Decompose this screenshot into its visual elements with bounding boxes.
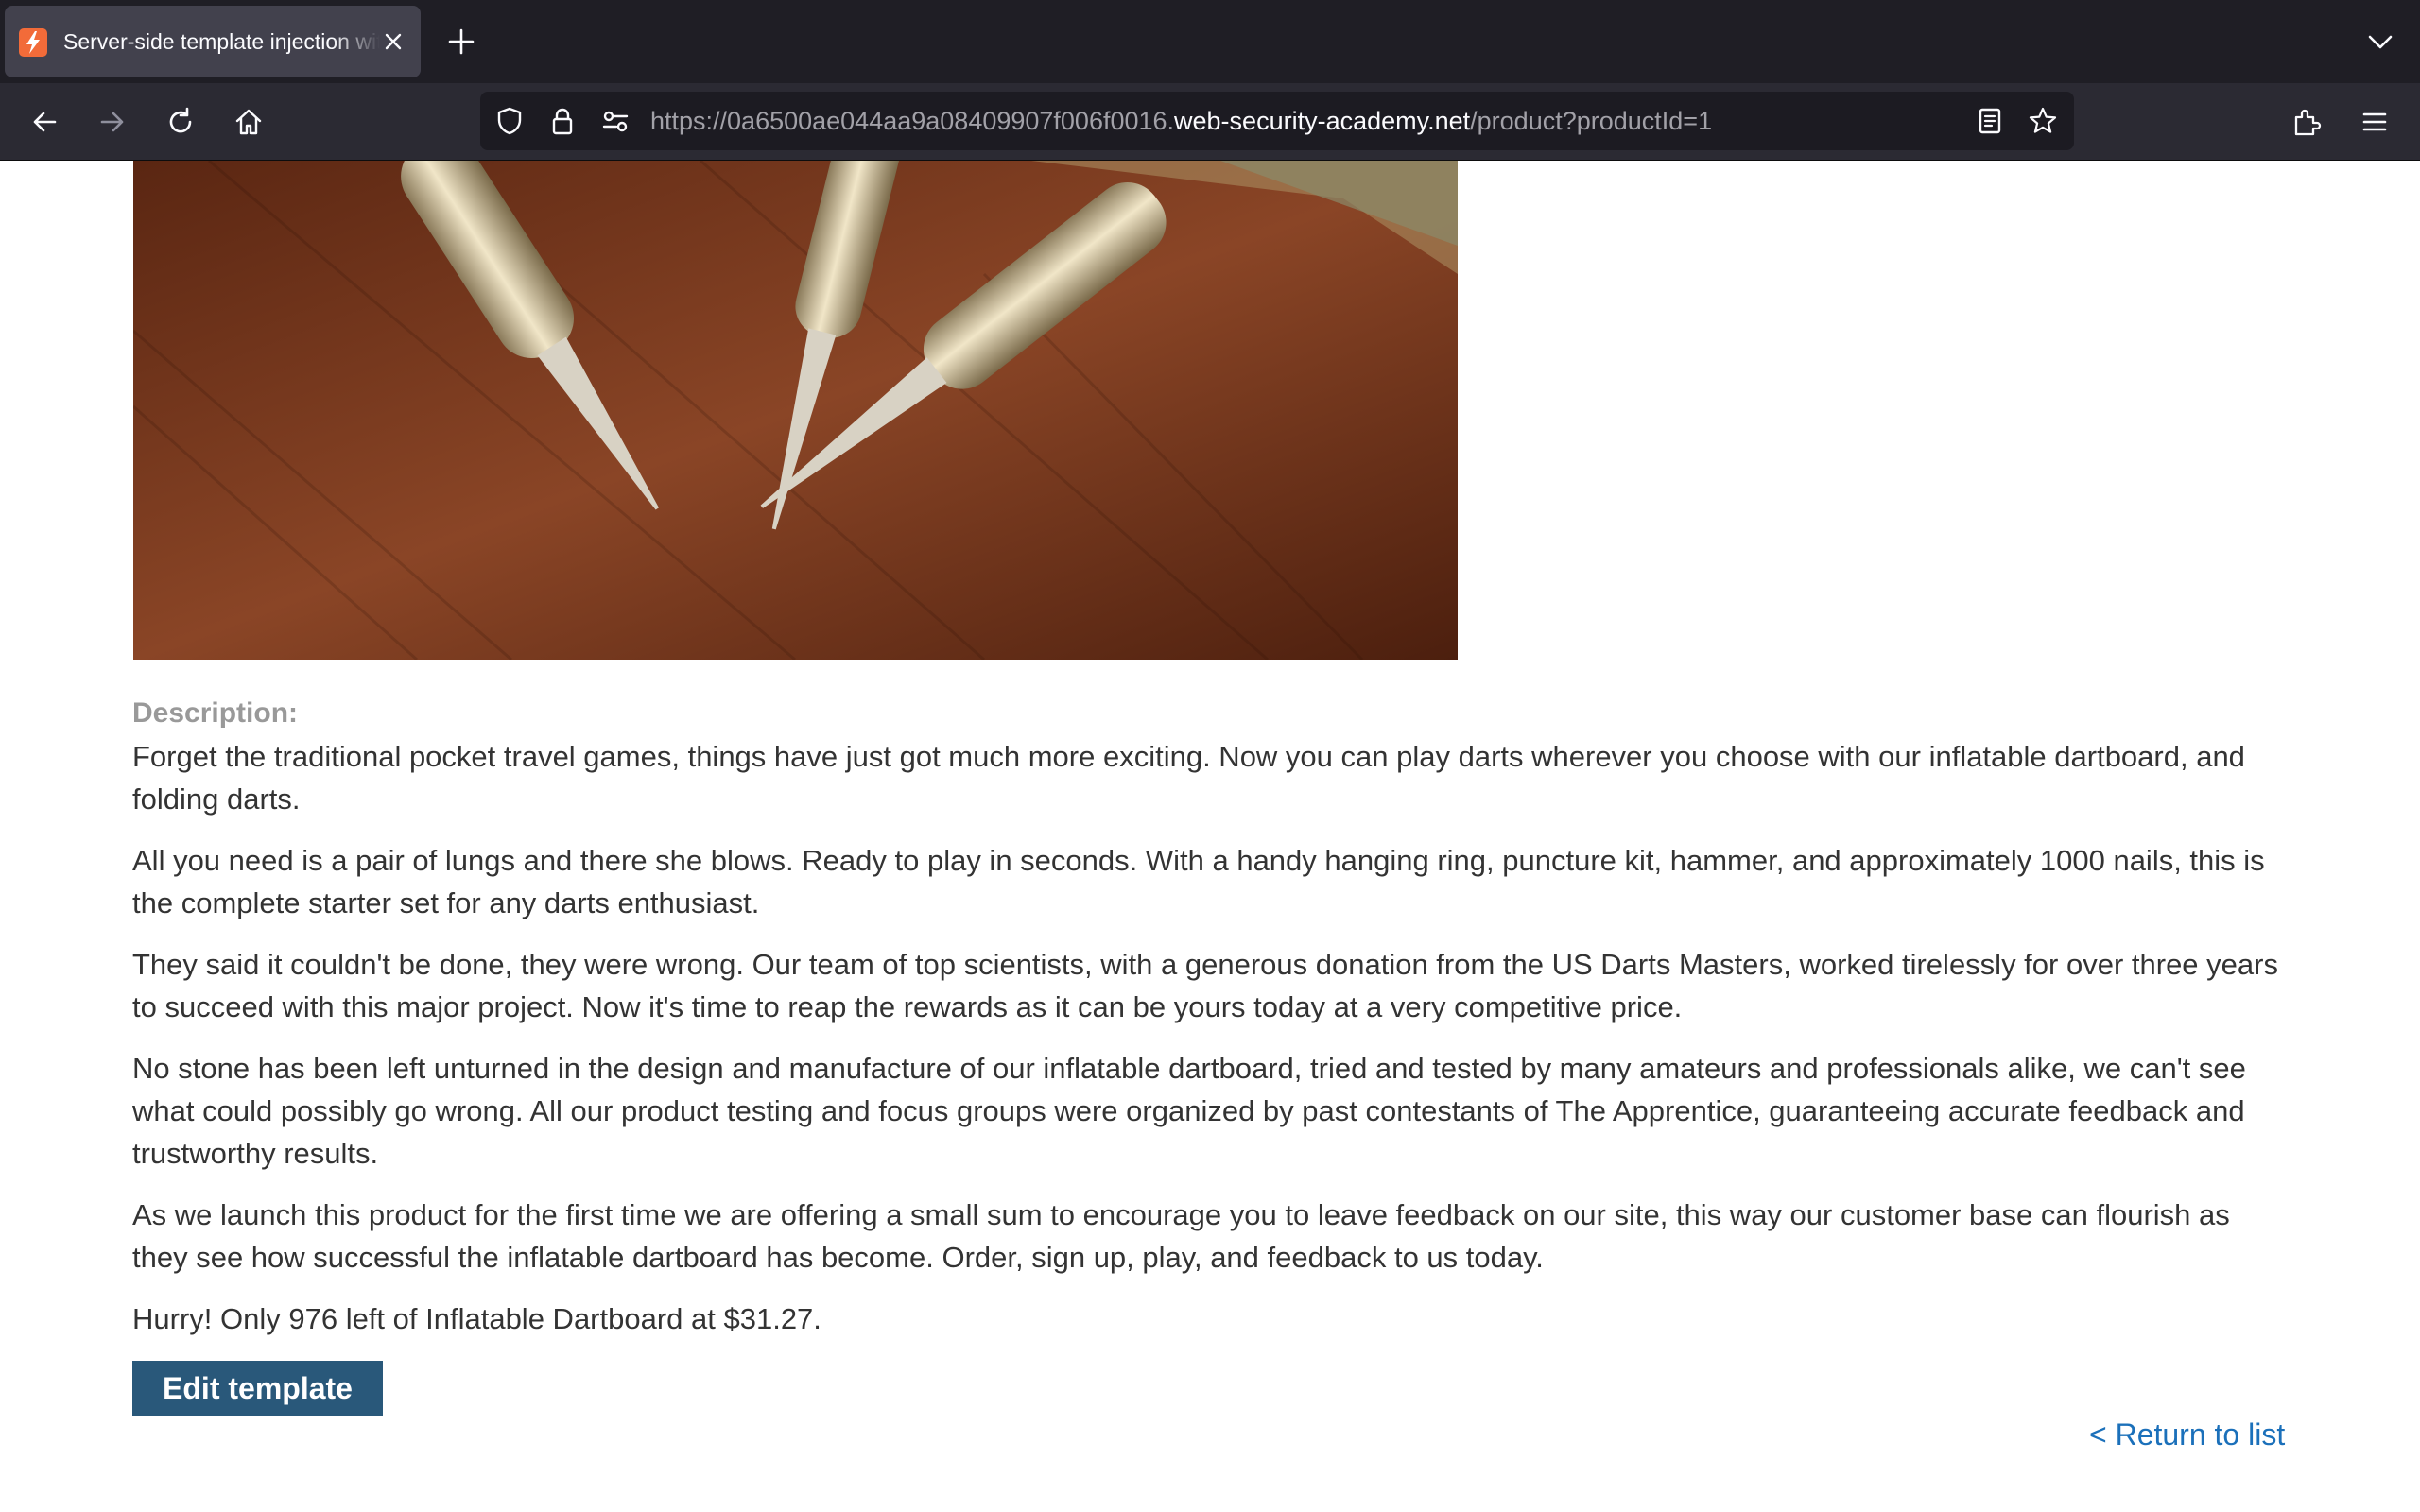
- address-bar[interactable]: https://0a6500ae044aa9a08409907f006f0016…: [480, 92, 2074, 150]
- lab-lightning-icon: [19, 28, 47, 57]
- star-bookmark-icon[interactable]: [2027, 105, 2059, 137]
- return-to-list-link[interactable]: < Return to list: [2089, 1418, 2285, 1452]
- tab-strip: Server-side template injection with info…: [0, 0, 2420, 83]
- description-paragraph: Forget the traditional pocket travel gam…: [132, 740, 2245, 816]
- reload-button[interactable]: [159, 100, 202, 144]
- product-image: [133, 161, 1458, 660]
- url-prefix: https://0a6500ae044aa9a08409907f006f0016…: [650, 107, 1175, 135]
- app-menu-button[interactable]: [2353, 100, 2396, 144]
- home-icon: [235, 109, 262, 135]
- close-tab-icon[interactable]: [378, 26, 408, 57]
- browser-tab[interactable]: Server-side template injection with info…: [5, 6, 421, 77]
- description-body: Forget the traditional pocket travel gam…: [132, 735, 2288, 1359]
- lock-icon[interactable]: [546, 105, 579, 137]
- new-tab-icon[interactable]: [443, 24, 479, 60]
- home-button[interactable]: [227, 100, 270, 144]
- chevron-down-icon[interactable]: [2363, 25, 2397, 59]
- edit-template-button[interactable]: Edit template: [132, 1361, 383, 1416]
- navigation-toolbar: https://0a6500ae044aa9a08409907f006f0016…: [0, 83, 2420, 161]
- puzzle-extensions-icon: [2294, 109, 2322, 136]
- reload-icon: [169, 107, 192, 133]
- arrow-left-icon: [33, 112, 57, 132]
- description-label: Description:: [132, 697, 299, 729]
- permissions-icon[interactable]: [599, 105, 631, 137]
- page-content: Description: Forget the traditional pock…: [0, 161, 2420, 1512]
- forward-button[interactable]: [91, 100, 134, 144]
- stock-text: Hurry! Only 976 left of Inflatable Dartb…: [132, 1302, 821, 1335]
- extensions-button[interactable]: [2285, 100, 2328, 144]
- description-paragraph: All you need is a pair of lungs and ther…: [132, 844, 2265, 919]
- description-paragraph: They said it couldn't be done, they were…: [132, 948, 2278, 1023]
- url-host: web-security-academy.net: [1174, 107, 1471, 135]
- description-paragraph: As we launch this product for the first …: [132, 1198, 2230, 1274]
- url-path: /product?productId=1: [1470, 107, 1713, 135]
- description-paragraph: No stone has been left unturned in the d…: [132, 1052, 2246, 1170]
- arrow-right-icon: [100, 112, 124, 132]
- reader-view-icon[interactable]: [1974, 105, 2006, 137]
- hamburger-menu-icon: [2362, 112, 2387, 131]
- url-text[interactable]: https://0a6500ae044aa9a08409907f006f0016…: [650, 92, 1712, 150]
- shield-icon[interactable]: [493, 105, 526, 137]
- tab-title: Server-side template injection with info…: [63, 29, 380, 54]
- back-button[interactable]: [23, 100, 66, 144]
